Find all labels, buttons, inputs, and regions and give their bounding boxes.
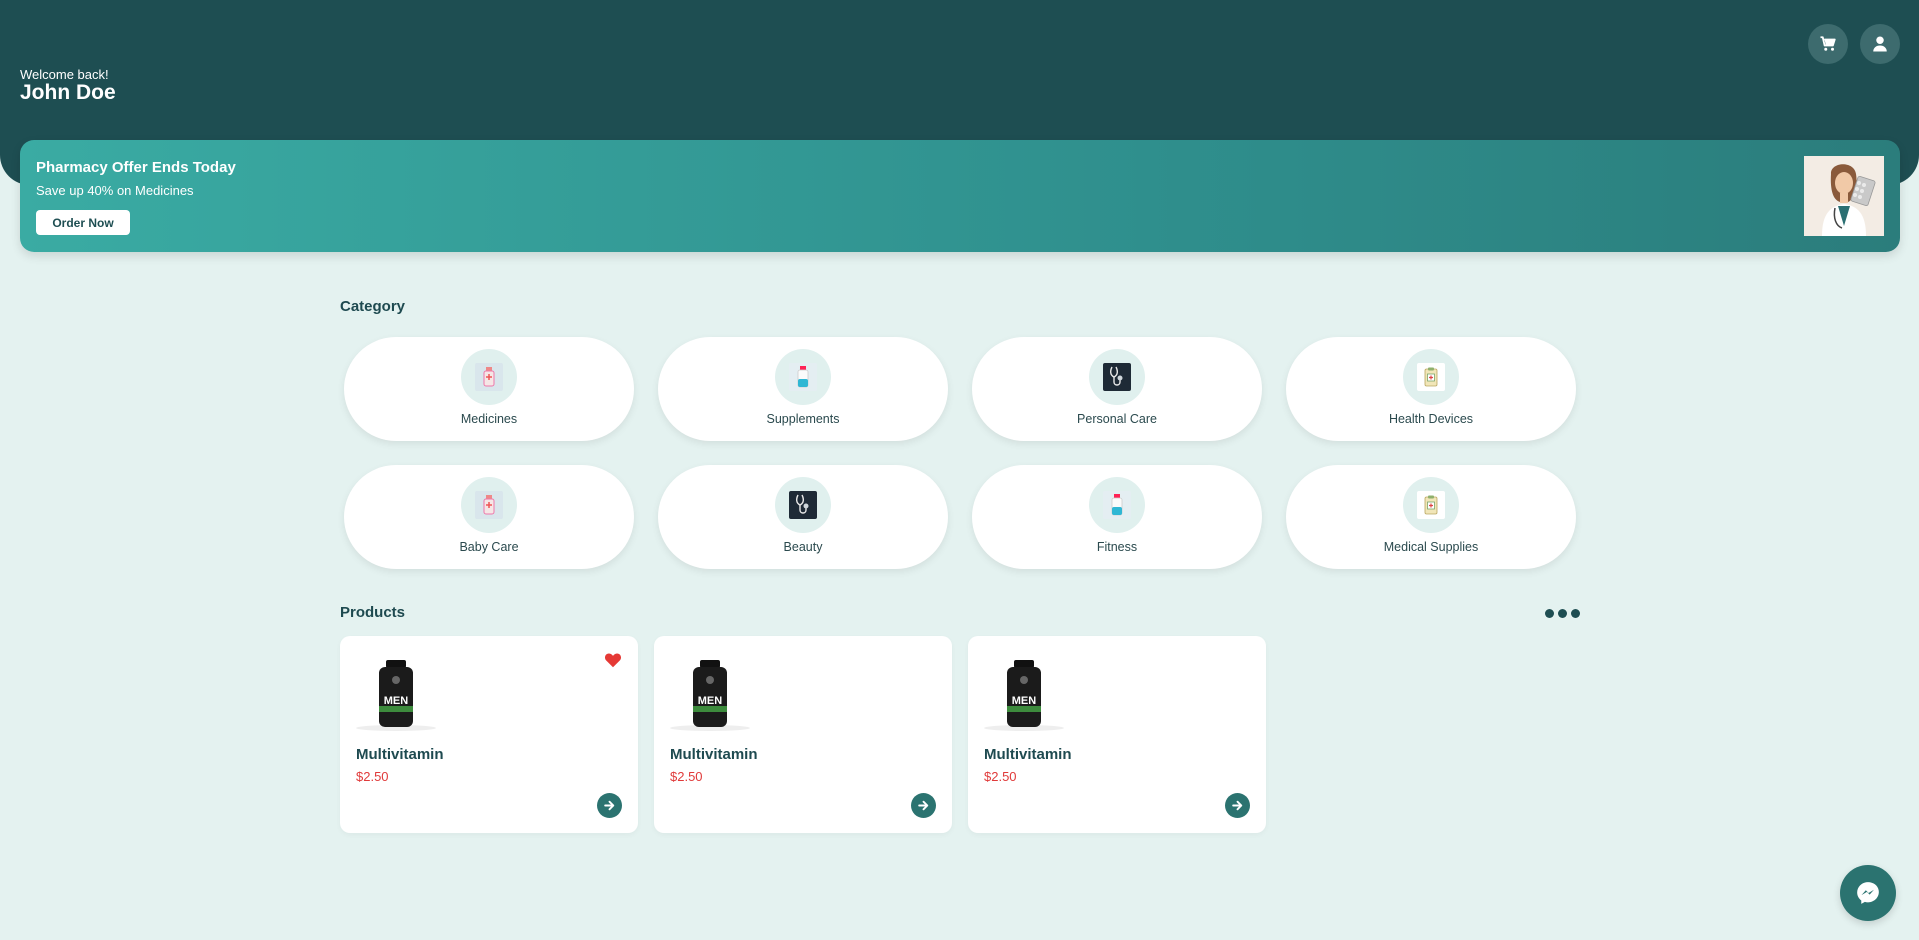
doctor-image [1804, 156, 1884, 236]
profile-button[interactable] [1860, 24, 1900, 64]
category-label: Health Devices [1388, 412, 1474, 426]
product-name: Multivitamin [356, 746, 444, 763]
product-go-button[interactable] [911, 793, 936, 818]
product-name: Multivitamin [984, 746, 1072, 763]
medicine-bottle-icon [475, 491, 503, 519]
arrow-right-icon [918, 800, 929, 811]
promo-banner: Pharmacy Offer Ends Today Save up 40% on… [20, 140, 1900, 252]
product-go-button[interactable] [1225, 793, 1250, 818]
supplement-bottle-icon [789, 363, 817, 391]
more-options-button[interactable] [1545, 609, 1580, 618]
cart-icon [1820, 36, 1836, 51]
dot-icon [1558, 609, 1567, 618]
category-medical-supplies[interactable]: Medical Supplies [1286, 465, 1576, 569]
svg-text:MEN: MEN [384, 695, 409, 707]
product-image: MEN [668, 656, 752, 732]
product-image: MEN [354, 656, 438, 732]
product-price: $2.50 [356, 769, 389, 784]
arrow-right-icon [1232, 800, 1243, 811]
messenger-chat-button[interactable] [1840, 865, 1896, 921]
category-label: Medical Supplies [1383, 540, 1479, 554]
heart-icon[interactable] [604, 652, 622, 668]
banner-title: Pharmacy Offer Ends Today [36, 159, 236, 176]
cart-button[interactable] [1808, 24, 1848, 64]
dot-icon [1571, 609, 1580, 618]
products-title: Products [340, 604, 406, 621]
category-label: Fitness [1096, 540, 1138, 554]
category-label: Supplements [766, 412, 840, 426]
user-icon [1873, 36, 1887, 52]
supplement-bottle-icon [1103, 491, 1131, 519]
arrow-right-icon [604, 800, 615, 811]
category-label: Personal Care [1077, 412, 1157, 426]
category-supplements[interactable]: Supplements [658, 337, 948, 441]
category-medicines[interactable]: Medicines [344, 337, 634, 441]
category-title: Category [340, 298, 406, 315]
user-name: John Doe [20, 81, 116, 104]
product-card[interactable]: MEN Multivitamin $2.50 [654, 636, 952, 833]
product-price: $2.50 [984, 769, 1017, 784]
medicine-bottle-icon [475, 363, 503, 391]
dot-icon [1545, 609, 1554, 618]
welcome-text: Welcome back! [20, 67, 109, 82]
category-label: Beauty [783, 540, 823, 554]
category-fitness[interactable]: Fitness [972, 465, 1262, 569]
clipboard-icon [1417, 491, 1445, 519]
category-health-devices[interactable]: Health Devices [1286, 337, 1576, 441]
category-beauty[interactable]: Beauty [658, 465, 948, 569]
category-label: Medicines [460, 412, 518, 426]
messenger-icon [1857, 882, 1879, 904]
banner-subtitle: Save up 40% on Medicines [36, 183, 194, 198]
product-image: MEN [982, 656, 1066, 732]
product-price: $2.50 [670, 769, 703, 784]
product-card[interactable]: MEN Multivitamin $2.50 [340, 636, 638, 833]
product-go-button[interactable] [597, 793, 622, 818]
order-now-button[interactable]: Order Now [36, 210, 130, 235]
category-personal-care[interactable]: Personal Care [972, 337, 1262, 441]
category-label: Baby Care [459, 540, 519, 554]
stethoscope-icon [789, 491, 817, 519]
category-baby-care[interactable]: Baby Care [344, 465, 634, 569]
stethoscope-icon [1103, 363, 1131, 391]
clipboard-icon [1417, 363, 1445, 391]
product-name: Multivitamin [670, 746, 758, 763]
svg-text:MEN: MEN [1012, 695, 1037, 707]
svg-text:MEN: MEN [698, 695, 723, 707]
product-card[interactable]: MEN Multivitamin $2.50 [968, 636, 1266, 833]
